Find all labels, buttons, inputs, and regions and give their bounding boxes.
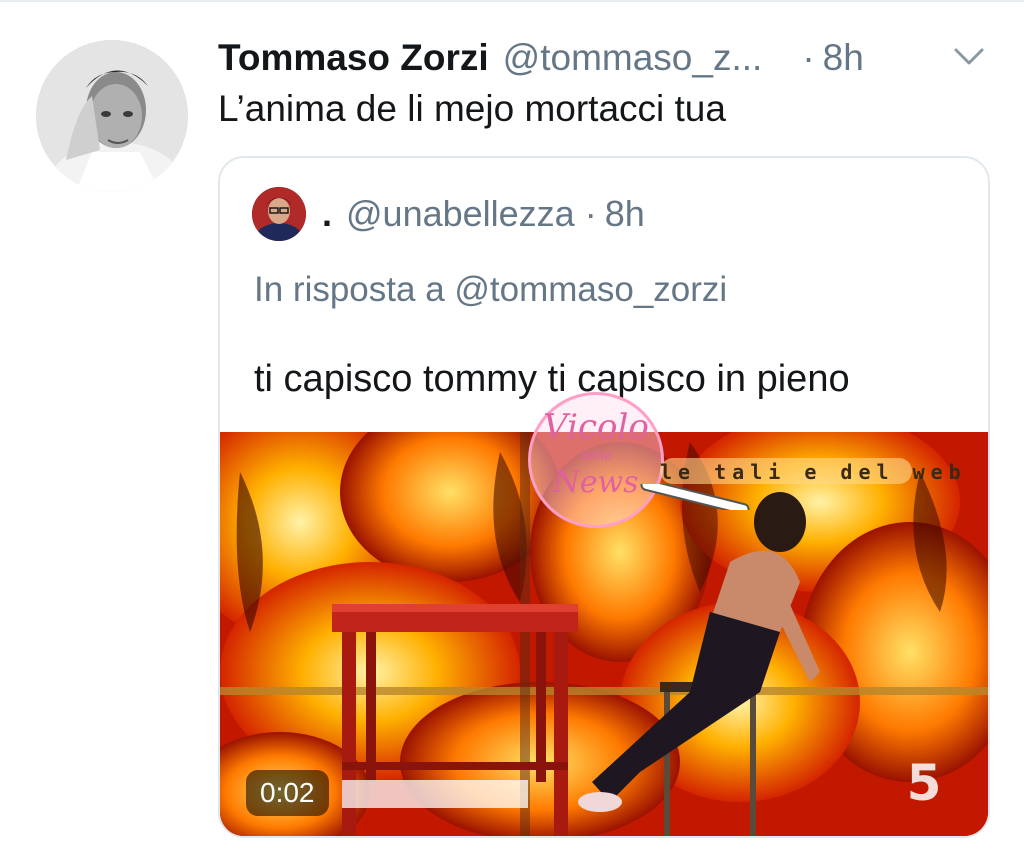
quoted-tweet-text: ti capisco tommy ti capisco in pieno: [254, 358, 850, 400]
tweet-header: Tommaso Zorzi @tommaso_z... · 8h: [218, 30, 998, 86]
video-progress-bar[interactable]: [342, 780, 528, 808]
author-name[interactable]: Tommaso Zorzi: [218, 37, 489, 79]
reply-context[interactable]: In risposta a @tommaso_zorzi: [254, 270, 727, 310]
svg-text:5: 5: [907, 754, 942, 812]
video-duration: 0:02: [246, 770, 329, 816]
quoted-author-name[interactable]: .: [322, 193, 332, 235]
quoted-tweet-time: 8h: [604, 193, 645, 234]
tweet-time[interactable]: 8h: [823, 37, 864, 79]
magnifier-wand-icon: [640, 484, 750, 510]
author-handle[interactable]: @tommaso_z...: [503, 37, 763, 79]
quoted-author-avatar: [252, 187, 306, 241]
tweet-text: L’anima de li mejo mortacci tua: [218, 88, 726, 129]
separator: ·: [584, 193, 597, 234]
chevron-down-icon[interactable]: [952, 44, 986, 70]
watermark-line2: delle: [580, 449, 612, 464]
author-avatar[interactable]: [36, 40, 188, 192]
watermark-tagline: le tali e del web: [660, 460, 967, 484]
watermark-line1: Vicolo: [543, 407, 649, 447]
top-divider: [0, 0, 1024, 2]
separator: ·: [802, 37, 815, 78]
channel-logo: 5: [907, 754, 942, 812]
watermark-line3: News: [553, 465, 639, 500]
quoted-tweet-header: . @unabellezza · 8h: [252, 186, 645, 242]
quoted-author-handle[interactable]: @unabellezza: [346, 193, 575, 235]
